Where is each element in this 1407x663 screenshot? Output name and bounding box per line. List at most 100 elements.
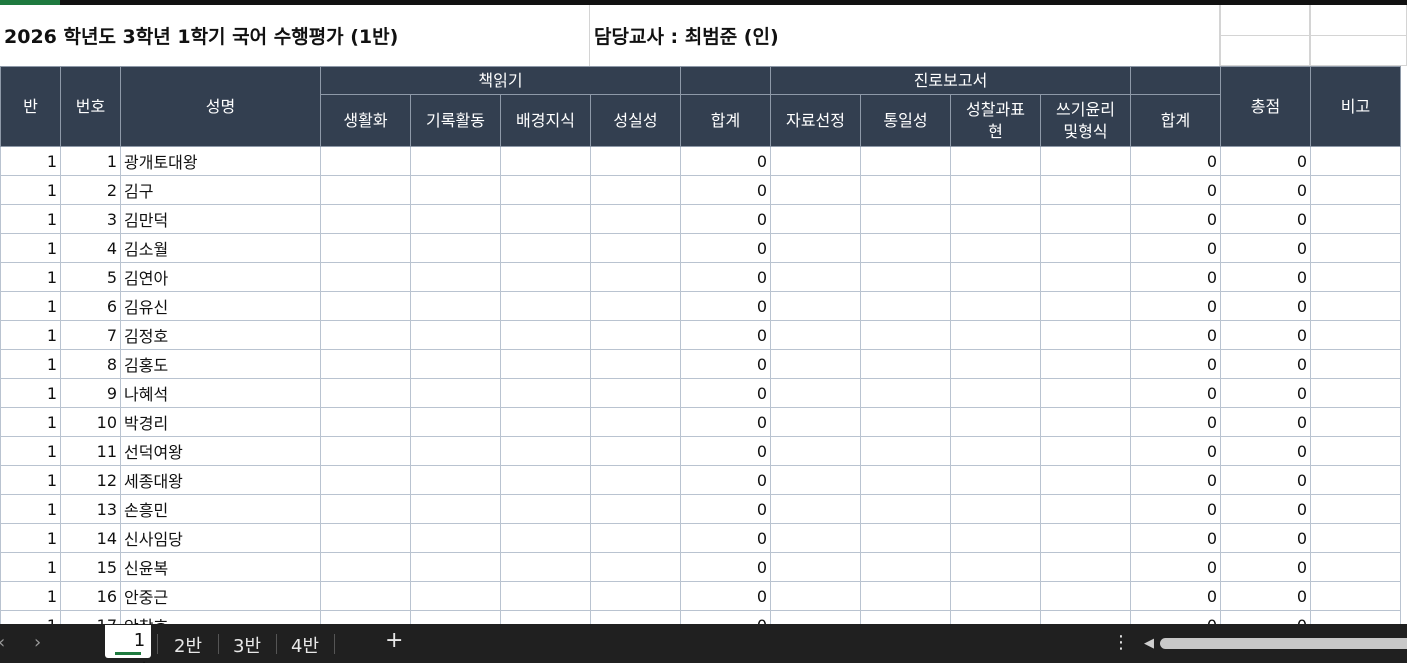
class-cell[interactable]: 1 [0, 436, 61, 466]
score-cell[interactable] [590, 494, 681, 524]
total-cell[interactable]: 0 [1220, 407, 1311, 437]
name-cell[interactable]: 박경리 [120, 407, 321, 437]
empty-cell[interactable] [1220, 5, 1310, 36]
score-cell[interactable] [950, 407, 1041, 437]
remark-cell[interactable] [1310, 320, 1401, 350]
score-cell[interactable] [500, 291, 591, 321]
score-cell[interactable] [770, 407, 861, 437]
score-cell[interactable] [770, 436, 861, 466]
score-cell[interactable] [860, 233, 951, 263]
header-total[interactable]: 총점 [1220, 66, 1311, 147]
name-cell[interactable]: 세종대왕 [120, 465, 321, 495]
total-cell[interactable]: 0 [1220, 262, 1311, 292]
reading-sum-cell[interactable]: 0 [680, 204, 771, 234]
teacher-label[interactable]: 담당교사 : 최범준 (인) [590, 5, 1220, 66]
name-cell[interactable]: 김소월 [120, 233, 321, 263]
score-cell[interactable] [500, 146, 591, 176]
score-cell[interactable] [770, 378, 861, 408]
header-remark[interactable]: 비고 [1310, 66, 1401, 147]
reading-sum-cell[interactable]: 0 [680, 291, 771, 321]
report-sum-cell[interactable]: 0 [1130, 262, 1221, 292]
report-sum-cell[interactable]: 0 [1130, 436, 1221, 466]
name-cell[interactable]: 김홍도 [120, 349, 321, 379]
class-cell[interactable]: 1 [0, 581, 61, 611]
header-group-report[interactable]: 진로보고서 [770, 66, 1131, 95]
score-cell[interactable] [320, 552, 411, 582]
score-cell[interactable] [950, 233, 1041, 263]
remark-cell[interactable] [1310, 523, 1401, 553]
sheet-tab-3[interactable]: 3반 [233, 632, 261, 658]
score-cell[interactable] [770, 233, 861, 263]
score-cell[interactable] [590, 175, 681, 205]
score-cell[interactable] [320, 233, 411, 263]
remark-cell[interactable] [1310, 378, 1401, 408]
score-cell[interactable] [500, 407, 591, 437]
horizontal-scrollbar-thumb[interactable] [1160, 638, 1407, 649]
class-cell[interactable]: 1 [0, 262, 61, 292]
score-cell[interactable] [320, 320, 411, 350]
score-cell[interactable] [1040, 320, 1131, 350]
score-cell[interactable] [770, 349, 861, 379]
reading-sum-cell[interactable]: 0 [680, 378, 771, 408]
header-blank[interactable] [680, 66, 771, 95]
number-cell[interactable]: 9 [60, 378, 121, 408]
total-cell[interactable]: 0 [1220, 523, 1311, 553]
score-cell[interactable] [860, 262, 951, 292]
score-cell[interactable] [320, 175, 411, 205]
report-sum-cell[interactable]: 0 [1130, 291, 1221, 321]
empty-cell[interactable] [1220, 36, 1310, 66]
number-cell[interactable]: 3 [60, 204, 121, 234]
score-cell[interactable] [860, 465, 951, 495]
header-class[interactable]: 반 [0, 66, 61, 147]
total-cell[interactable]: 0 [1220, 465, 1311, 495]
score-cell[interactable] [500, 320, 591, 350]
remark-cell[interactable] [1310, 407, 1401, 437]
score-cell[interactable] [410, 465, 501, 495]
score-cell[interactable] [500, 349, 591, 379]
reading-sum-cell[interactable]: 0 [680, 552, 771, 582]
total-cell[interactable]: 0 [1220, 349, 1311, 379]
number-cell[interactable]: 15 [60, 552, 121, 582]
score-cell[interactable] [950, 146, 1041, 176]
reading-sum-cell[interactable]: 0 [680, 581, 771, 611]
score-cell[interactable] [950, 552, 1041, 582]
score-cell[interactable] [590, 262, 681, 292]
remark-cell[interactable] [1310, 494, 1401, 524]
number-cell[interactable]: 13 [60, 494, 121, 524]
name-cell[interactable]: 안중근 [120, 581, 321, 611]
number-cell[interactable]: 8 [60, 349, 121, 379]
score-cell[interactable] [320, 146, 411, 176]
score-cell[interactable] [770, 552, 861, 582]
score-cell[interactable] [320, 262, 411, 292]
sheet-title[interactable]: 2026 학년도 3학년 1학기 국어 수행평가 (1반) [0, 5, 590, 66]
class-cell[interactable]: 1 [0, 407, 61, 437]
total-cell[interactable]: 0 [1220, 494, 1311, 524]
score-cell[interactable] [860, 436, 951, 466]
total-cell[interactable]: 0 [1220, 175, 1311, 205]
report-sum-cell[interactable]: 0 [1130, 146, 1221, 176]
total-cell[interactable]: 0 [1220, 233, 1311, 263]
score-cell[interactable] [410, 233, 501, 263]
score-cell[interactable] [950, 262, 1041, 292]
score-cell[interactable] [1040, 465, 1131, 495]
total-cell[interactable]: 0 [1220, 204, 1311, 234]
remark-cell[interactable] [1310, 349, 1401, 379]
score-cell[interactable] [590, 407, 681, 437]
report-sum-cell[interactable]: 0 [1130, 204, 1221, 234]
remark-cell[interactable] [1310, 552, 1401, 582]
score-cell[interactable] [500, 233, 591, 263]
header-reading-col[interactable]: 기록활동 [410, 94, 501, 147]
total-cell[interactable]: 0 [1220, 436, 1311, 466]
header-number[interactable]: 번호 [60, 66, 121, 147]
score-cell[interactable] [1040, 407, 1131, 437]
reading-sum-cell[interactable]: 0 [680, 349, 771, 379]
total-cell[interactable]: 0 [1220, 146, 1311, 176]
score-cell[interactable] [950, 378, 1041, 408]
number-cell[interactable]: 11 [60, 436, 121, 466]
remark-cell[interactable] [1310, 436, 1401, 466]
score-cell[interactable] [410, 349, 501, 379]
class-cell[interactable]: 1 [0, 378, 61, 408]
score-cell[interactable] [770, 175, 861, 205]
report-sum-cell[interactable]: 0 [1130, 349, 1221, 379]
scroll-left-icon[interactable]: ◀ [1144, 636, 1154, 651]
